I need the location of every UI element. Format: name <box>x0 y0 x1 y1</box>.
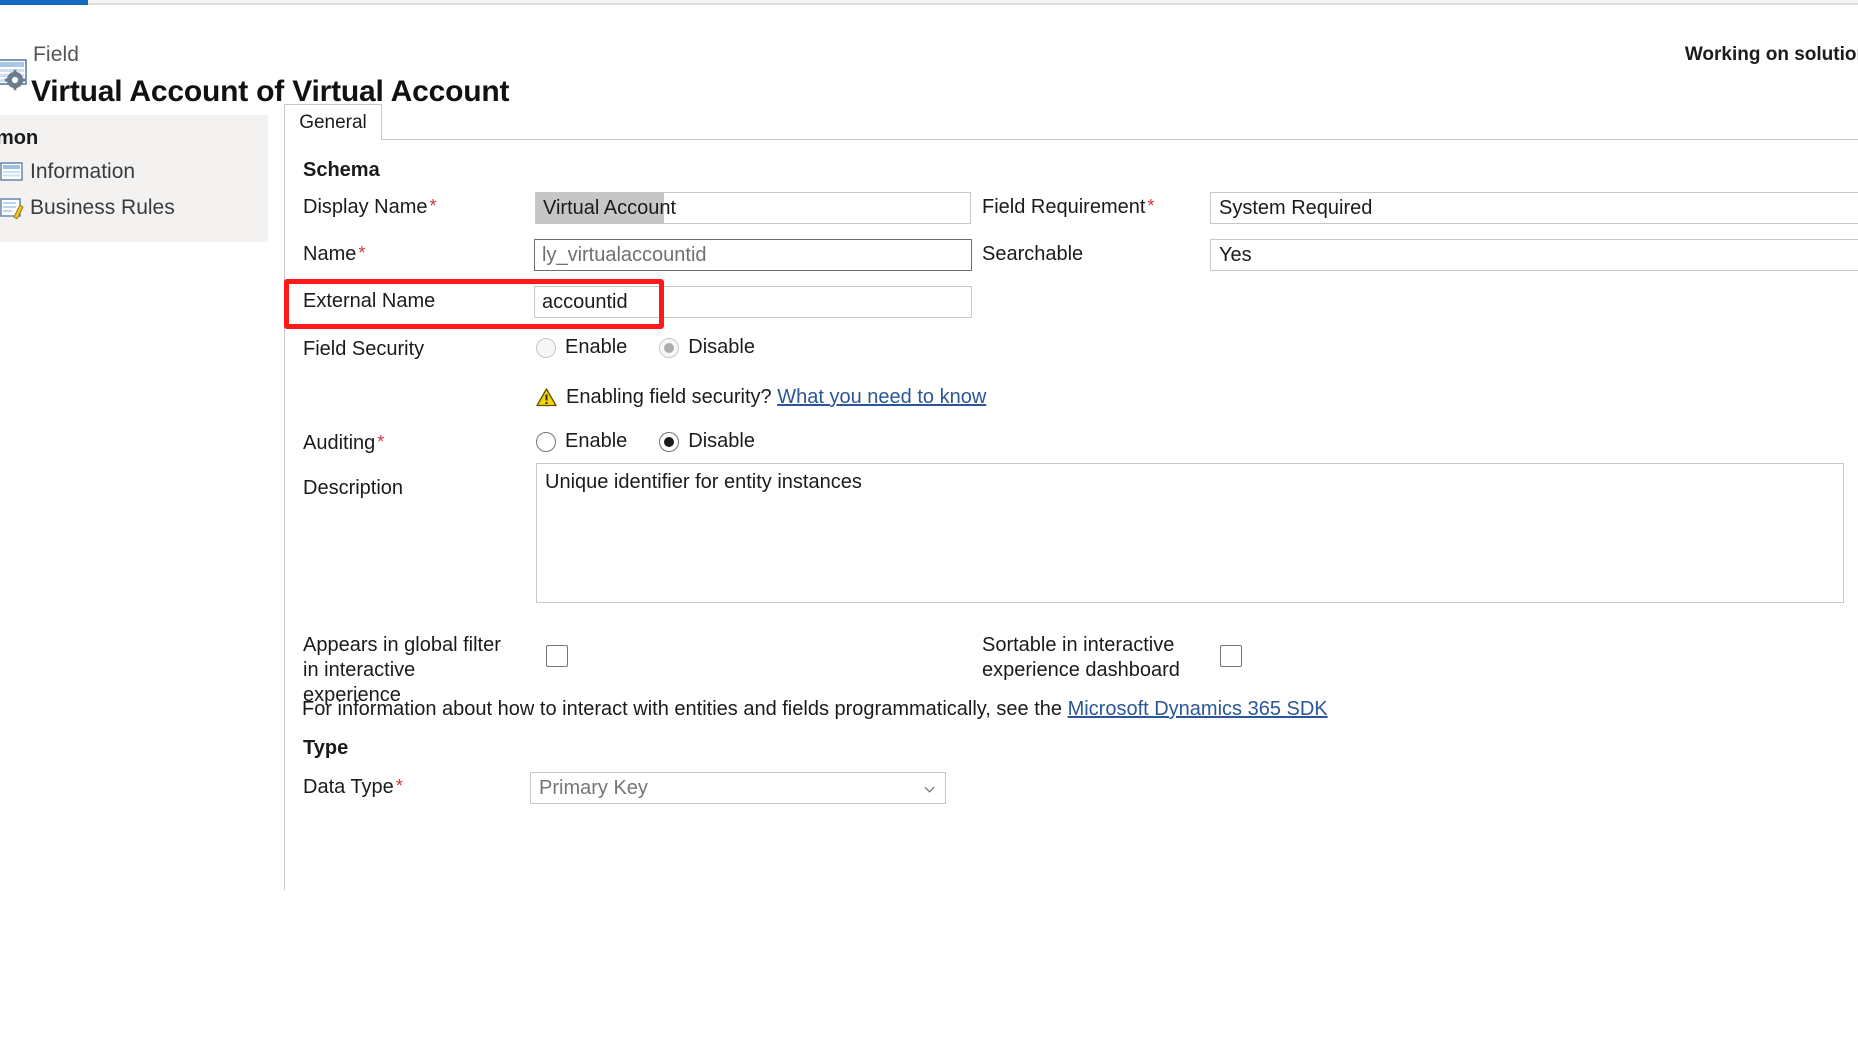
field-security-label: Field Security <box>303 338 425 360</box>
field-security-learn-more-link[interactable]: What you need to know <box>777 386 986 408</box>
page-header: Field Virtual Account of Virtual Account… <box>0 5 1858 115</box>
display-name-field-wrap <box>535 192 971 224</box>
searchable-select[interactable]: Yes <box>1210 239 1858 271</box>
sidebar-item-business-rules[interactable]: Business Rules <box>0 191 268 225</box>
field-security-enable-radio[interactable]: Enable <box>536 336 627 359</box>
information-page-icon <box>0 162 23 181</box>
searchable-label: Searchable <box>982 243 1084 265</box>
tab-strip: General <box>284 104 1858 140</box>
solution-context-label: Working on solution: De <box>1684 44 1858 65</box>
auditing-enable-radio[interactable]: Enable <box>536 430 627 453</box>
display-name-label: Display Name * <box>303 196 437 218</box>
left-navigation: ommon Information Business Rules <box>0 115 268 242</box>
warning-triangle-icon <box>536 388 557 407</box>
field-entity-icon <box>0 59 27 91</box>
external-name-label: External Name <box>303 290 436 312</box>
description-label: Description <box>303 477 404 499</box>
data-type-select[interactable]: Primary Key <box>530 772 946 804</box>
breadcrumb-eyebrow: Field <box>33 43 80 66</box>
field-form-panel: Schema Display Name* Field Requirement* … <box>284 140 1858 890</box>
required-asterisk: * <box>358 243 366 263</box>
required-asterisk: * <box>395 776 403 796</box>
field-security-warning: Enabling field security? What you need t… <box>536 386 986 409</box>
required-asterisk: * <box>429 196 437 216</box>
sortable-checkbox[interactable] <box>1220 645 1242 667</box>
global-filter-label: Appears in global filter in interactive … <box>303 634 501 706</box>
field-requirement-label: Field Requirement * <box>982 196 1155 218</box>
nav-group-title: ommon <box>0 127 39 149</box>
radio-indicator <box>536 431 556 452</box>
field-security-radio-group: Enable Disable <box>536 336 787 359</box>
chevron-down-icon <box>924 786 935 793</box>
name-input[interactable] <box>534 239 972 271</box>
required-asterisk: * <box>377 432 385 452</box>
dynamics-sdk-link[interactable]: Microsoft Dynamics 365 SDK <box>1068 698 1328 720</box>
field-security-disable-radio[interactable]: Disable <box>659 336 755 359</box>
external-name-input[interactable] <box>534 286 972 318</box>
required-asterisk: * <box>1147 196 1155 216</box>
name-label: Name * <box>303 243 366 265</box>
warning-text: Enabling field security? What you need t… <box>566 386 987 408</box>
sidebar-item-label: Business Rules <box>30 196 175 219</box>
sidebar-item-information[interactable]: Information <box>0 155 268 189</box>
sidebar-item-label: Information <box>30 160 136 183</box>
radio-indicator-selected <box>659 337 680 358</box>
auditing-label: Auditing * <box>303 432 385 454</box>
auditing-radio-group: Enable Disable <box>536 430 787 453</box>
business-rules-icon <box>0 198 24 219</box>
radio-indicator-selected <box>659 431 680 452</box>
sdk-note: For information about how to interact wi… <box>302 698 1328 720</box>
display-name-input[interactable] <box>535 192 971 224</box>
radio-indicator <box>536 337 556 358</box>
tab-general[interactable]: General <box>284 104 382 140</box>
auditing-disable-radio[interactable]: Disable <box>659 430 755 453</box>
sortable-label: Sortable in interactive experience dashb… <box>982 634 1180 681</box>
description-textarea[interactable]: Unique identifier for entity instances <box>536 463 1844 603</box>
field-requirement-select[interactable]: System Required <box>1210 192 1858 224</box>
data-type-label: Data Type * <box>303 776 403 798</box>
schema-section-heading: Schema <box>303 159 380 181</box>
type-section-heading: Type <box>303 737 349 759</box>
global-filter-checkbox[interactable] <box>546 645 568 667</box>
